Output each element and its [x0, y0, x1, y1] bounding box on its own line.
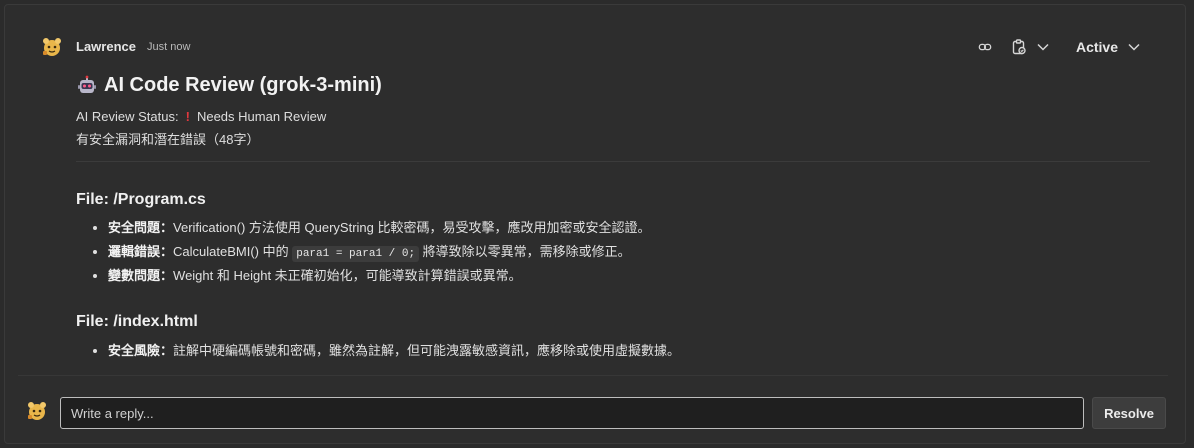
- issue-text: Weight 和 Height 未正確初始化，可能導致計算錯誤或異常。: [173, 268, 522, 283]
- robot-icon: [78, 75, 96, 93]
- review-title: AI Code Review (grok-3-mini): [76, 74, 382, 97]
- reply-input[interactable]: [60, 397, 1084, 429]
- chevron-down-icon[interactable]: [1032, 36, 1054, 58]
- issue-text: CalculateBMI() 中的: [173, 244, 293, 259]
- divider: [76, 161, 1150, 162]
- issue-label-sep: ：: [160, 220, 174, 235]
- review-summary: 有安全漏洞和潛在錯誤（48字）: [76, 132, 260, 147]
- link-icon[interactable]: [974, 36, 996, 58]
- alert-icon: !: [185, 109, 190, 124]
- chevron-down-icon: [1128, 43, 1140, 51]
- issue-text: Verification() 方法使用 QueryString 比較密碼，易受攻…: [173, 220, 651, 235]
- issue-label: 安全問題: [108, 220, 161, 235]
- review-status-label: AI Review Status:: [76, 109, 179, 124]
- avatar-icon: [28, 402, 46, 420]
- review-status: AI Review Status:! Needs Human Review: [76, 109, 326, 124]
- review-title-text: AI Code Review (grok-3-mini): [104, 74, 382, 96]
- issue-label-sep: ：: [160, 268, 174, 283]
- comment-timestamp: Just now: [147, 41, 191, 53]
- issue-list: 安全問題：Verification() 方法使用 QueryString 比較密…: [76, 216, 650, 288]
- status-dropdown-label: Active: [1075, 39, 1118, 55]
- comment-header-actions: Active: [974, 36, 1140, 58]
- review-status-value: Needs Human Review: [196, 109, 327, 124]
- list-item: 安全風險：註解中硬編碼帳號和密碼，雖然為註解，但可能洩露敏感資訊，應移除或使用虛…: [108, 339, 680, 363]
- list-item: 變數問題：Weight 和 Height 未正確初始化，可能導致計算錯誤或異常。: [108, 264, 650, 288]
- issue-list: 安全風險：註解中硬編碼帳號和密碼，雖然為註解，但可能洩露敏感資訊，應移除或使用虛…: [76, 339, 680, 363]
- status-dropdown[interactable]: Active: [1076, 39, 1140, 55]
- issue-text: 註解中硬編碼帳號和密碼，雖然為註解，但可能洩露敏感資訊，應移除或使用虛擬數據。: [173, 343, 681, 358]
- resolve-button[interactable]: Resolve: [1092, 397, 1166, 429]
- clipboard-icon[interactable]: [1008, 36, 1030, 58]
- comment-author[interactable]: Lawrence: [76, 39, 136, 54]
- issue-label-sep: ：: [160, 343, 174, 358]
- list-item: 安全問題：Verification() 方法使用 QueryString 比較密…: [108, 216, 650, 240]
- list-item: 邏輯錯誤：CalculateBMI() 中的 para1 = para1 / 0…: [108, 240, 650, 264]
- issue-label: 邏輯錯誤: [108, 244, 161, 259]
- file-heading: File: /Program.cs: [76, 191, 206, 208]
- issue-label: 變數問題: [108, 268, 161, 283]
- file-heading: File: /index.html: [76, 313, 198, 330]
- issue-label: 安全風險: [108, 343, 161, 358]
- avatar-icon: [43, 38, 61, 56]
- issue-label-sep: ：: [160, 244, 174, 259]
- issue-text: 將導致除以零異常，需移除或修正。: [419, 244, 631, 259]
- inline-code: para1 = para1 / 0;: [292, 246, 420, 262]
- divider: [18, 375, 1168, 376]
